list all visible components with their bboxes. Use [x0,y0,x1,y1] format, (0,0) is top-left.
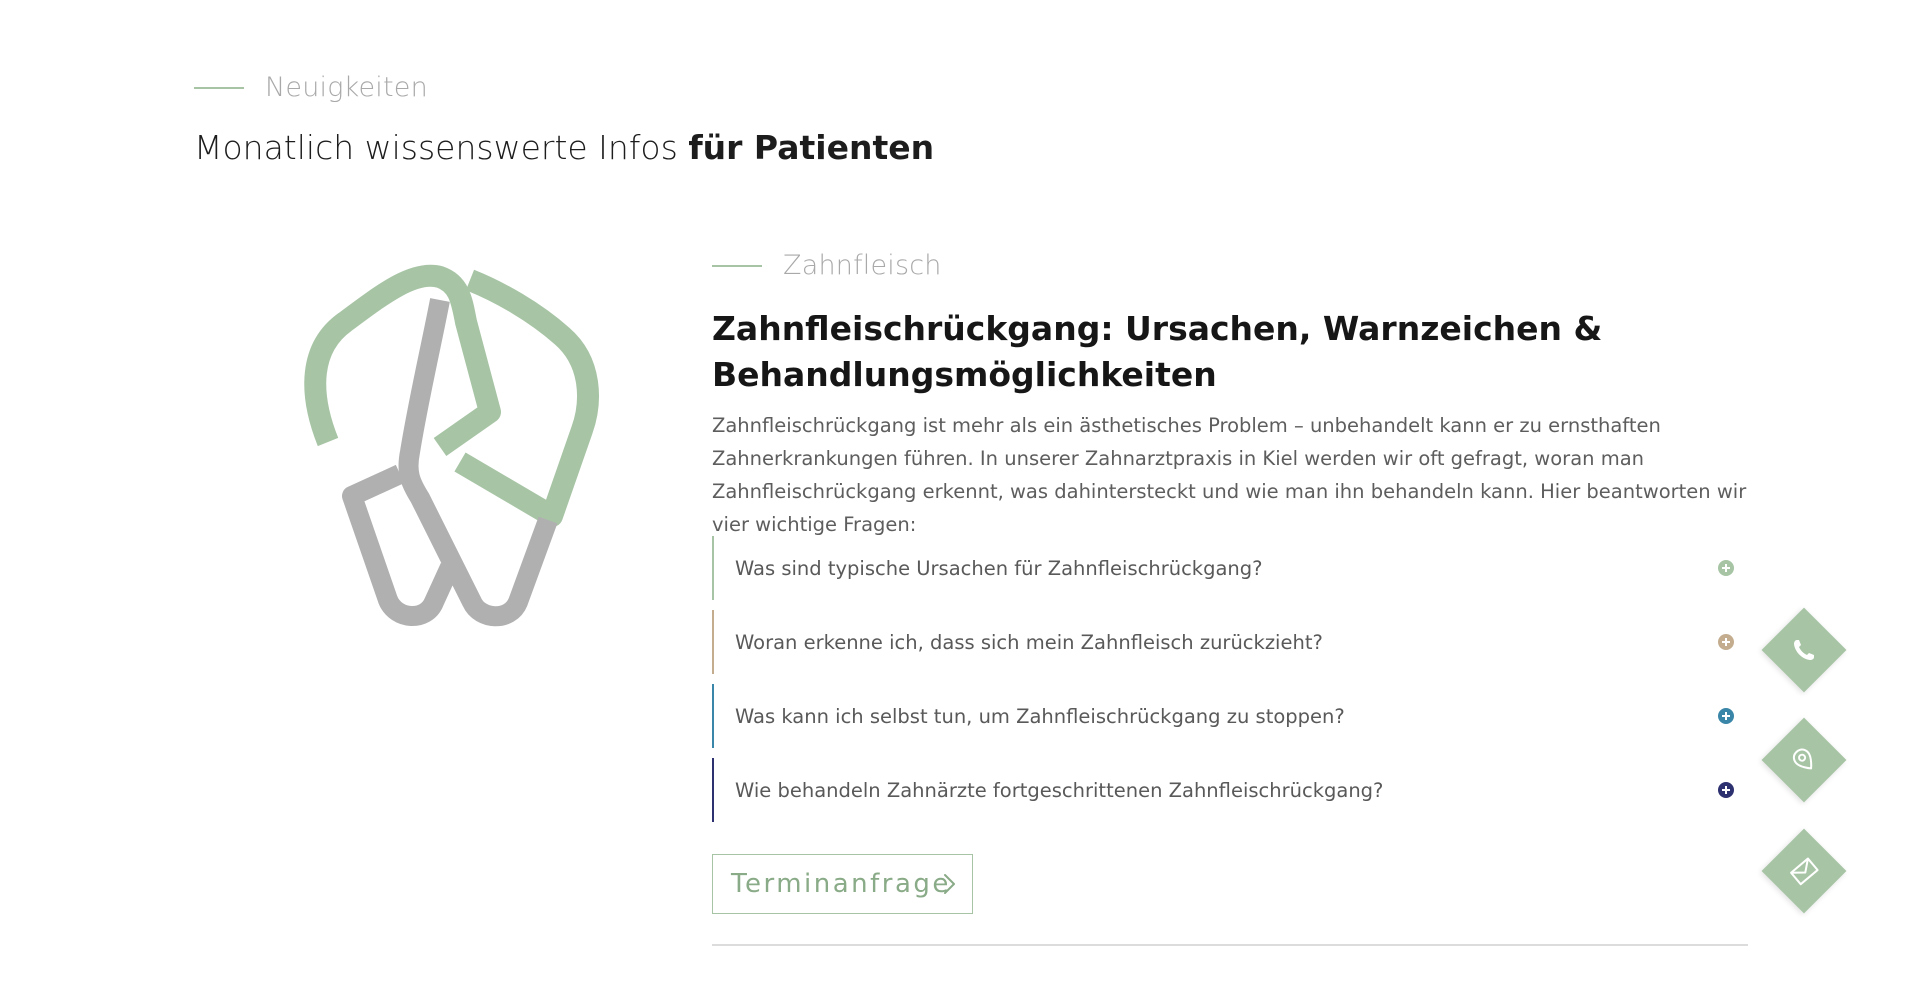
category-divider [712,264,762,267]
article-title: Zahnfleischrückgang: Ursachen, Warnzeich… [712,309,1603,394]
section-title-bold: für Patienten [688,128,935,167]
article-intro: Zahnfleischrückgang ist mehr als ein äst… [712,414,1747,536]
faq-item[interactable]: Was sind typische Ursachen für Zahnfleis… [712,536,1734,600]
section-eyebrow-label: Neuigkeiten [265,72,428,103]
article-bottom-divider [712,944,1748,946]
section-title-regular: Monatlich wissenswerte Infos [194,128,689,167]
plus-circle-icon[interactable] [1718,708,1734,724]
appointment-request-label: Terminanfrage [731,869,951,899]
map-pin-icon [1792,748,1813,770]
article-category: Zahnfleisch [712,250,942,281]
faq-question: Woran erkenne ich, dass sich mein Zahnfl… [735,630,1323,654]
chevron-right-icon [944,874,955,894]
location-button[interactable] [1761,717,1847,803]
faq-accordion: Was sind typische Ursachen für Zahnfleis… [712,536,1734,832]
tooth-logo-icon [300,262,620,632]
plus-circle-icon[interactable] [1718,634,1734,650]
eyebrow-divider [194,86,244,89]
faq-item[interactable]: Woran erkenne ich, dass sich mein Zahnfl… [712,610,1734,674]
faq-question: Wie behandeln Zahnärzte fortgeschrittene… [735,778,1384,802]
faq-question: Was kann ich selbst tun, um Zahnfleischr… [735,704,1345,728]
faq-item[interactable]: Was kann ich selbst tun, um Zahnfleischr… [712,684,1734,748]
faq-item[interactable]: Wie behandeln Zahnärzte fortgeschrittene… [712,758,1734,822]
article-category-label: Zahnfleisch [783,250,942,281]
phone-button[interactable] [1761,607,1847,693]
phone-icon [1794,640,1814,660]
section-title: Monatlich wissenswerte Infos für Patient… [194,128,934,167]
mail-button[interactable] [1761,828,1847,914]
faq-question: Was sind typische Ursachen für Zahnfleis… [735,556,1263,580]
plus-circle-icon[interactable] [1718,782,1734,798]
appointment-request-button[interactable]: Terminanfrage [712,854,973,914]
plus-circle-icon[interactable] [1718,560,1734,576]
mail-icon [1790,857,1819,886]
section-eyebrow: Neuigkeiten [194,72,428,103]
